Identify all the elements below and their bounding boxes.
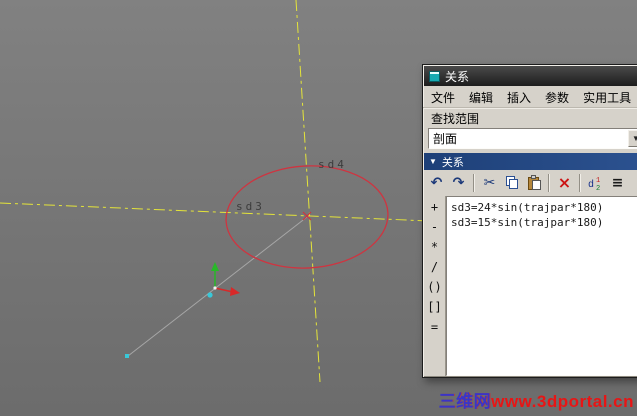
delete-button[interactable]: × bbox=[554, 173, 575, 194]
svg-text:1: 1 bbox=[596, 177, 600, 185]
relation-line: sd3=15*sin(trajpar*180) bbox=[451, 216, 604, 229]
toolbar-separator bbox=[579, 174, 581, 192]
trajectory-line[interactable] bbox=[127, 216, 308, 357]
insert-dimension-icon: d 1 2 bbox=[588, 177, 600, 191]
operator-plus-button[interactable]: + bbox=[424, 197, 445, 217]
relations-editor[interactable]: sd3=24*sin(trajpar*180) sd3=15*sin(trajp… bbox=[446, 196, 637, 376]
triad-y-axis-arrow bbox=[211, 262, 219, 271]
toolbar-separator bbox=[473, 174, 475, 192]
dimension-label-sd4[interactable]: sd4 bbox=[318, 158, 347, 171]
list-icon: ≡ bbox=[611, 175, 624, 191]
csys-triad bbox=[207, 262, 240, 298]
find-scope-label: 查找范围 bbox=[431, 112, 480, 126]
relations-toolbar: ↶ ↷ ✂ × d 1 2 ≡ bbox=[423, 170, 637, 196]
redo-button[interactable]: ↷ bbox=[448, 173, 469, 194]
chevron-down-icon[interactable]: ▼ bbox=[628, 130, 637, 147]
centerline-vertical[interactable] bbox=[295, 0, 321, 383]
watermark-url: www.3dportal.cn bbox=[491, 392, 634, 411]
window-icon bbox=[429, 70, 440, 82]
relation-line: sd3=24*sin(trajpar*180) bbox=[451, 201, 604, 214]
watermark: 三维网www.3dportal.cn bbox=[439, 387, 634, 412]
operator-multiply-button[interactable]: * bbox=[424, 237, 445, 257]
operator-equals-button[interactable]: = bbox=[424, 317, 445, 337]
svg-text:2: 2 bbox=[596, 185, 600, 191]
cut-button[interactable]: ✂ bbox=[479, 173, 500, 194]
copy-icon bbox=[505, 176, 518, 189]
dialog-title: 关系 bbox=[445, 69, 470, 84]
dimension-label-sd3[interactable]: sd3 bbox=[236, 200, 265, 213]
menu-file[interactable]: 文件 bbox=[431, 89, 455, 106]
relations-content: + - * / () [] = sd3=24*sin(trajpar*180) … bbox=[424, 196, 637, 376]
paste-icon bbox=[527, 175, 541, 190]
operator-column: + - * / () [] = bbox=[424, 196, 446, 376]
undo-button[interactable]: ↶ bbox=[426, 173, 447, 194]
toolbar-separator bbox=[548, 174, 550, 192]
screenshot-root: sd4 sd3 三维网www.3dportal.cn 关系 文件 编辑 插入 参… bbox=[0, 0, 637, 416]
csys-point[interactable] bbox=[207, 292, 213, 298]
operator-minus-button[interactable]: - bbox=[424, 217, 445, 237]
trajectory-endpoint[interactable] bbox=[125, 354, 129, 358]
operator-brackets-button[interactable]: [] bbox=[424, 297, 445, 317]
watermark-site: 三维网 bbox=[438, 392, 492, 411]
insert-dimension-button[interactable]: d 1 2 bbox=[585, 173, 606, 194]
relations-section-header[interactable]: ▼ 关系 bbox=[424, 153, 637, 170]
find-scope-select[interactable]: 剖面 ▼ bbox=[428, 128, 637, 149]
menu-bar: 文件 编辑 插入 参数 实用工具 bbox=[423, 87, 637, 108]
triad-origin bbox=[213, 286, 217, 290]
triad-x-axis-arrow bbox=[230, 287, 240, 296]
svg-text:d: d bbox=[588, 179, 594, 191]
delete-icon: × bbox=[557, 173, 572, 192]
find-scope-value: 剖面 bbox=[433, 132, 458, 146]
cut-icon: ✂ bbox=[483, 175, 496, 191]
menu-parameters[interactable]: 参数 bbox=[545, 89, 569, 106]
menu-edit[interactable]: 编辑 bbox=[469, 89, 493, 106]
relations-dialog: 关系 文件 编辑 插入 参数 实用工具 查找范围 剖面 ▼ ▼ 关系 ↶ ↷ ✂ bbox=[422, 64, 637, 378]
list-button[interactable]: ≡ bbox=[607, 173, 628, 194]
collapse-arrow-icon: ▼ bbox=[429, 157, 437, 166]
undo-icon: ↶ bbox=[430, 175, 443, 191]
redo-icon: ↷ bbox=[452, 175, 465, 191]
dialog-titlebar[interactable]: 关系 bbox=[424, 66, 637, 86]
centerline-horizontal[interactable] bbox=[0, 202, 431, 222]
section-header-label: 关系 bbox=[441, 156, 464, 169]
copy-button[interactable] bbox=[501, 173, 522, 194]
operator-parentheses-button[interactable]: () bbox=[424, 277, 445, 297]
menu-utilities[interactable]: 实用工具 bbox=[583, 89, 631, 106]
paste-button[interactable] bbox=[523, 173, 544, 194]
menu-insert[interactable]: 插入 bbox=[507, 89, 531, 106]
operator-divide-button[interactable]: / bbox=[424, 257, 445, 277]
